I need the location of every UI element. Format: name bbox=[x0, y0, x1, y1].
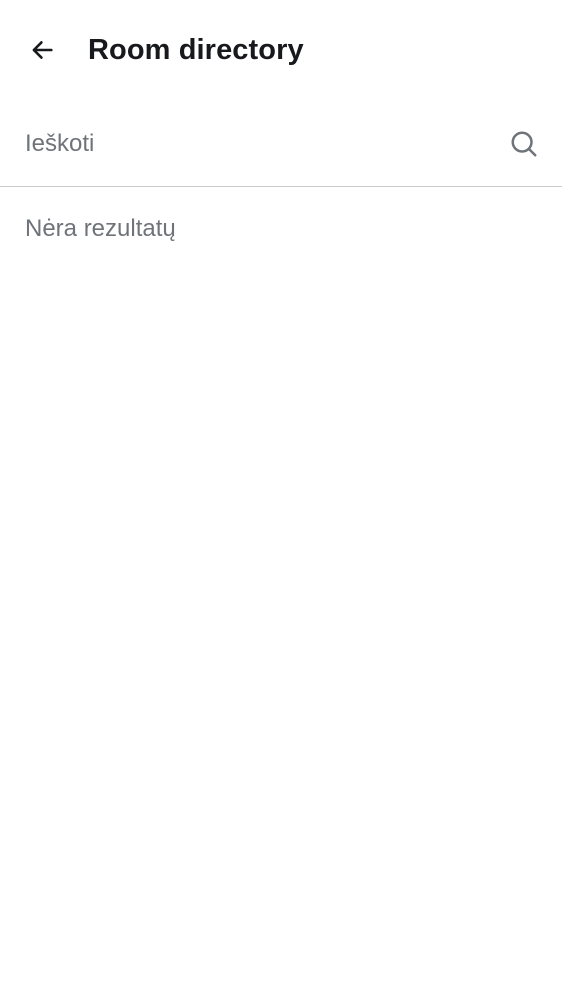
back-button[interactable] bbox=[18, 26, 66, 74]
empty-results-message: Nėra rezultatų bbox=[25, 215, 176, 242]
page-title: Room directory bbox=[88, 34, 304, 66]
search-icon bbox=[511, 131, 537, 157]
arrow-left-icon bbox=[32, 41, 53, 59]
search-button[interactable] bbox=[502, 122, 546, 166]
search-bar bbox=[0, 100, 562, 187]
top-app-bar: Room directory bbox=[0, 0, 562, 100]
search-input[interactable] bbox=[25, 124, 485, 164]
room-directory-screen: Room directory Nėra rezultatų bbox=[0, 0, 562, 1000]
